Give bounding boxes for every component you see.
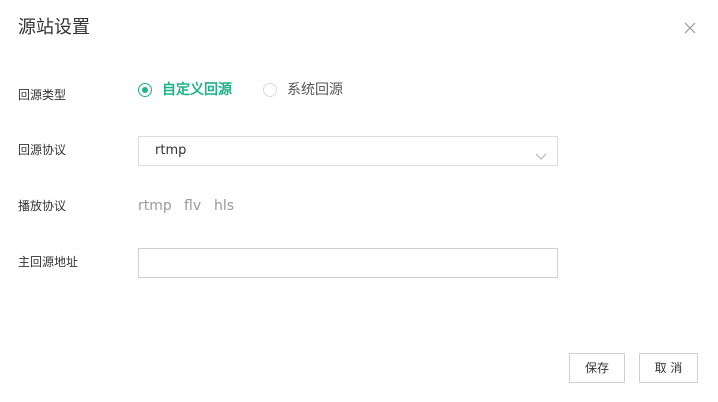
playback-protocol-row: 播放协议 rtmp flv hls [0,190,718,222]
chevron-down-icon [535,146,547,160]
save-button[interactable]: 保存 [569,353,625,383]
primary-origin-label: 主回源地址 [18,255,79,269]
playback-protocol-label: 播放协议 [18,199,67,213]
origin-protocol-selected-value: rtmp [155,143,187,158]
dialog-title: 源站设置 [18,17,90,38]
close-icon[interactable] [682,20,698,36]
origin-settings-dialog: 源站设置 回源类型 自定义回源 系统回源 回源协议 rtmp 播放协议 rtmp… [0,0,718,402]
radio-checked-indicator [138,83,152,97]
playback-protocol-value: hls [214,198,235,214]
cancel-button[interactable]: 取 消 [639,353,698,383]
radio-unchecked-indicator [263,83,277,97]
playback-protocol-value: rtmp [138,198,172,214]
radio-custom-origin-label: 自定义回源 [162,82,232,98]
origin-type-label: 回源类型 [18,88,67,102]
radio-system-origin-label: 系统回源 [287,82,343,98]
playback-protocol-value: flv [184,198,202,214]
origin-protocol-select[interactable]: rtmp [138,136,558,166]
primary-origin-input[interactable] [138,248,558,278]
origin-protocol-row: 回源协议 rtmp [0,134,718,166]
origin-protocol-label: 回源协议 [18,143,67,157]
primary-origin-row: 主回源地址 [0,246,718,278]
origin-type-row: 回源类型 自定义回源 系统回源 [0,79,718,111]
